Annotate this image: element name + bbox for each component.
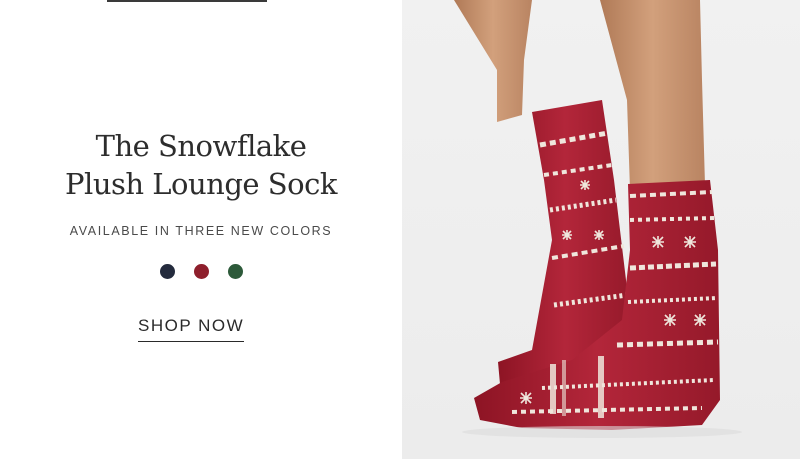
product-title: The Snowflake Plush Lounge Sock — [0, 127, 402, 203]
product-photo[interactable] — [402, 0, 800, 459]
swatch-green[interactable] — [228, 264, 243, 279]
swatch-red[interactable] — [194, 264, 209, 279]
shop-now-link[interactable]: SHOP NOW — [138, 316, 245, 342]
product-subtitle: AVAILABLE IN THREE NEW COLORS — [69, 224, 333, 238]
promo-text-panel: The Snowflake Plush Lounge Sock AVAILABL… — [0, 0, 402, 459]
back-leg — [454, 0, 532, 122]
product-image-panel — [402, 0, 800, 459]
promo-banner: The Snowflake Plush Lounge Sock AVAILABL… — [0, 0, 800, 459]
front-leg — [600, 0, 705, 190]
top-divider — [107, 0, 267, 2]
floor-shadow — [462, 426, 742, 438]
color-swatches — [160, 264, 243, 279]
product-title-line-1: The Snowflake — [95, 129, 307, 163]
swatch-navy[interactable] — [160, 264, 175, 279]
product-title-line-2: Plush Lounge Sock — [65, 167, 337, 201]
